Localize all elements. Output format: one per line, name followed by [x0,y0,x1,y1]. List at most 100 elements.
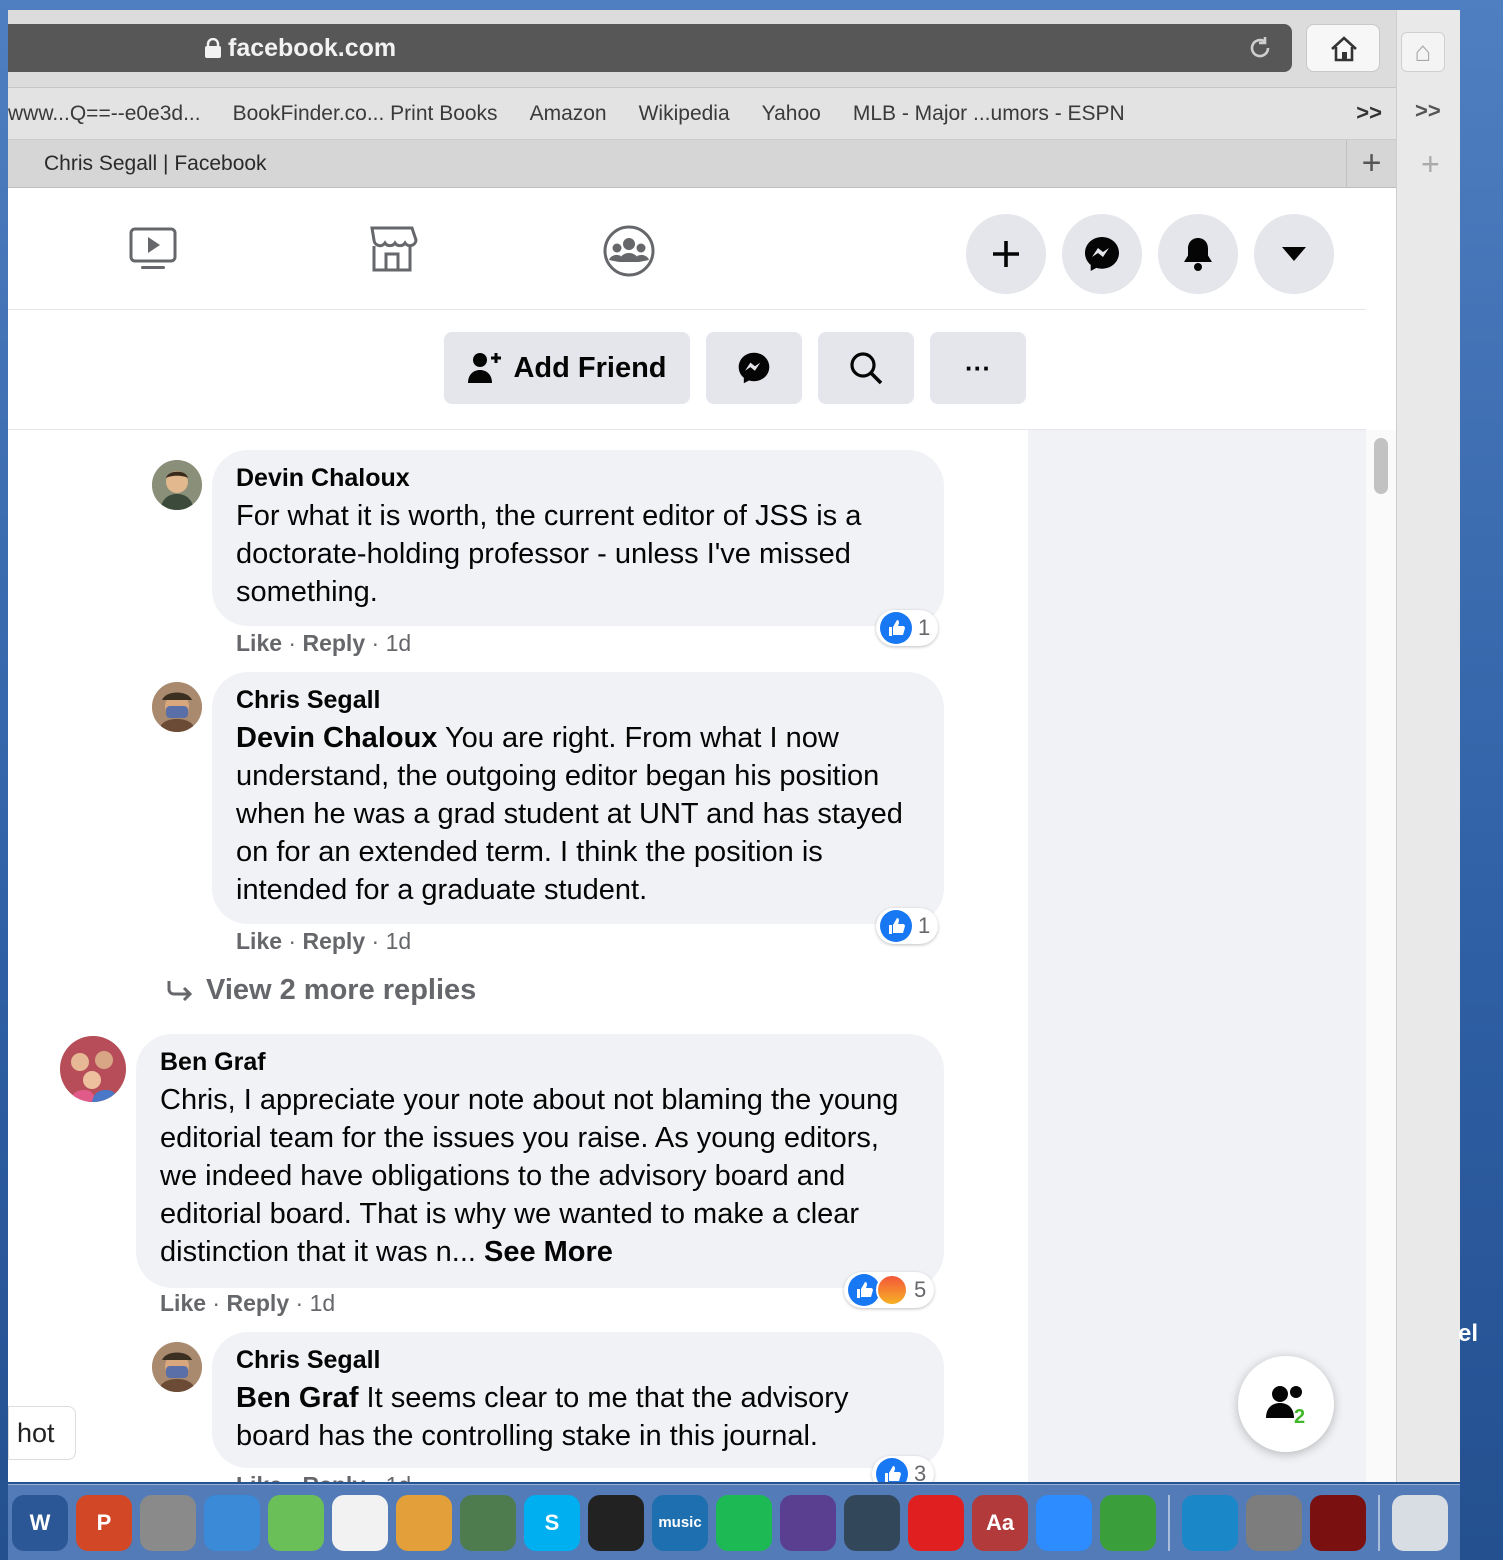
jar-icon[interactable] [396,1494,452,1551]
search-button[interactable] [818,332,914,404]
avatar[interactable] [152,682,202,732]
comment-time[interactable]: 1d [310,1290,336,1316]
contacts-icon [1266,1386,1302,1418]
avatar[interactable] [152,1342,202,1392]
see-more-link[interactable]: See More [484,1236,613,1268]
new-tab-icon: + [1421,146,1440,182]
reaction-count[interactable]: 3 [872,1456,935,1482]
watch-icon[interactable] [128,224,178,274]
like-link[interactable]: Like [160,1290,206,1316]
reply-link[interactable]: Reply [302,928,365,954]
reply-link[interactable]: Reply [226,1290,289,1316]
contacts-badge: 2 [1294,1406,1306,1428]
home-button[interactable] [1306,24,1380,72]
contacts-floating-button[interactable]: 2 [1238,1356,1334,1452]
sync-icon[interactable] [1100,1494,1156,1551]
reaction-number: 5 [914,1277,927,1302]
reaction-count[interactable]: 1 [876,908,939,944]
spotify-icon[interactable] [716,1494,772,1551]
flash-icon[interactable] [204,1494,260,1551]
comment-actions: Like · Reply · 1d [236,1472,411,1482]
bookmark-item[interactable]: BookFinder.co... Print Books [233,102,498,126]
add-friend-button[interactable]: Add Friend [444,332,690,404]
comment-actions: Like · Reply · 1d [236,630,412,656]
side-pill[interactable]: hot [8,1406,76,1460]
comment-author[interactable]: Chris Segall [236,1346,920,1375]
facebook-top-nav [8,188,1366,310]
bookmark-item[interactable]: Wikipedia [639,102,730,126]
comment-text: Ben Graf It seems clear to me that the a… [236,1379,920,1455]
address-text: facebook.com [204,34,396,63]
comment-bubble: Chris Segall Ben Graf It seems clear to … [212,1332,944,1468]
printer-icon[interactable] [140,1494,196,1551]
comment-actions: Like · Reply · 1d [236,928,412,954]
tab-active[interactable]: Chris Segall | Facebook [44,152,267,176]
groups-icon[interactable] [602,224,656,278]
angry-reaction-icon [876,1274,908,1306]
network-utility-icon[interactable] [844,1494,900,1551]
bookmark-item[interactable]: MLB - Major ...umors - ESPN [853,102,1125,126]
dock-separator [1378,1494,1380,1551]
nikon-icon[interactable] [588,1494,644,1551]
more-options-button[interactable]: ··· [930,332,1026,404]
maps-icon[interactable] [268,1494,324,1551]
skype-icon[interactable]: S [524,1494,580,1551]
like-link[interactable]: Like [236,1472,282,1482]
bookmark-item[interactable]: Yahoo [762,102,821,126]
avatar[interactable] [60,1036,126,1102]
acrobat-reader-icon[interactable] [1310,1494,1366,1551]
comment-time[interactable]: 1d [386,928,412,954]
scrollbar-thumb[interactable] [1374,438,1388,494]
browser-toolbar: facebook.com [8,10,1396,88]
address-bar[interactable]: facebook.com [8,24,1292,72]
notifications-button[interactable] [1158,214,1238,294]
zoom-icon[interactable] [1036,1494,1092,1551]
bookmark-item[interactable]: Amazon [530,102,607,126]
background-window: ⌂ >> + [1396,10,1460,1482]
comment-time[interactable]: 1d [386,1472,412,1482]
like-link[interactable]: Like [236,630,282,656]
create-button[interactable] [966,214,1046,294]
reaction-count[interactable]: 1 [876,610,939,646]
amazon-music-icon[interactable]: music [652,1494,708,1551]
comment-text: For what it is worth, the current editor… [236,500,862,608]
reaction-count[interactable]: 5 [844,1272,935,1308]
comment-author[interactable]: Chris Segall [236,686,920,715]
account-menu-button[interactable] [1254,214,1334,294]
word-icon[interactable]: W [12,1494,68,1551]
comment-time[interactable]: 1d [386,630,412,656]
webcam-icon[interactable] [1182,1494,1238,1551]
like-link[interactable]: Like [236,928,282,954]
trash-icon[interactable] [1392,1494,1448,1551]
view-more-replies-link[interactable]: View 2 more replies [166,974,476,1007]
plus-icon [993,241,1019,267]
like-reaction-icon [876,1458,908,1482]
comment-bubble: Devin Chaloux For what it is worth, the … [212,450,944,626]
home-icon: ⌂ [1401,32,1445,72]
reaction-number: 3 [914,1461,927,1482]
avatar[interactable] [152,460,202,510]
comment-author[interactable]: Devin Chaloux [236,464,920,493]
bookmark-item[interactable]: www...Q==--e0e3d... [8,102,201,126]
dictionary-icon[interactable]: Aa [972,1494,1028,1551]
reply-link[interactable]: Reply [302,630,365,656]
system-preferences-icon[interactable] [1246,1494,1302,1551]
mention-link[interactable]: Devin Chaloux [236,722,437,754]
search-icon [850,352,883,385]
powerpoint-icon[interactable]: P [76,1494,132,1551]
new-tab-button[interactable]: + [1346,140,1396,188]
messenger-button[interactable] [1062,214,1142,294]
page-scrollbar[interactable] [1366,430,1396,1482]
reply-link[interactable]: Reply [302,1472,365,1482]
message-button[interactable] [706,332,802,404]
lock-icon [205,37,221,58]
bookmarks-overflow-button[interactable]: >> [1356,100,1382,126]
comment-author[interactable]: Ben Graf [160,1048,920,1077]
marketplace-icon[interactable] [366,224,418,274]
preview-icon[interactable] [460,1494,516,1551]
acrobat-icon[interactable] [908,1494,964,1551]
notes-icon[interactable] [332,1494,388,1551]
reload-icon[interactable] [1246,34,1274,62]
omnifocus-icon[interactable] [780,1494,836,1551]
mention-link[interactable]: Ben Graf [236,1382,358,1414]
